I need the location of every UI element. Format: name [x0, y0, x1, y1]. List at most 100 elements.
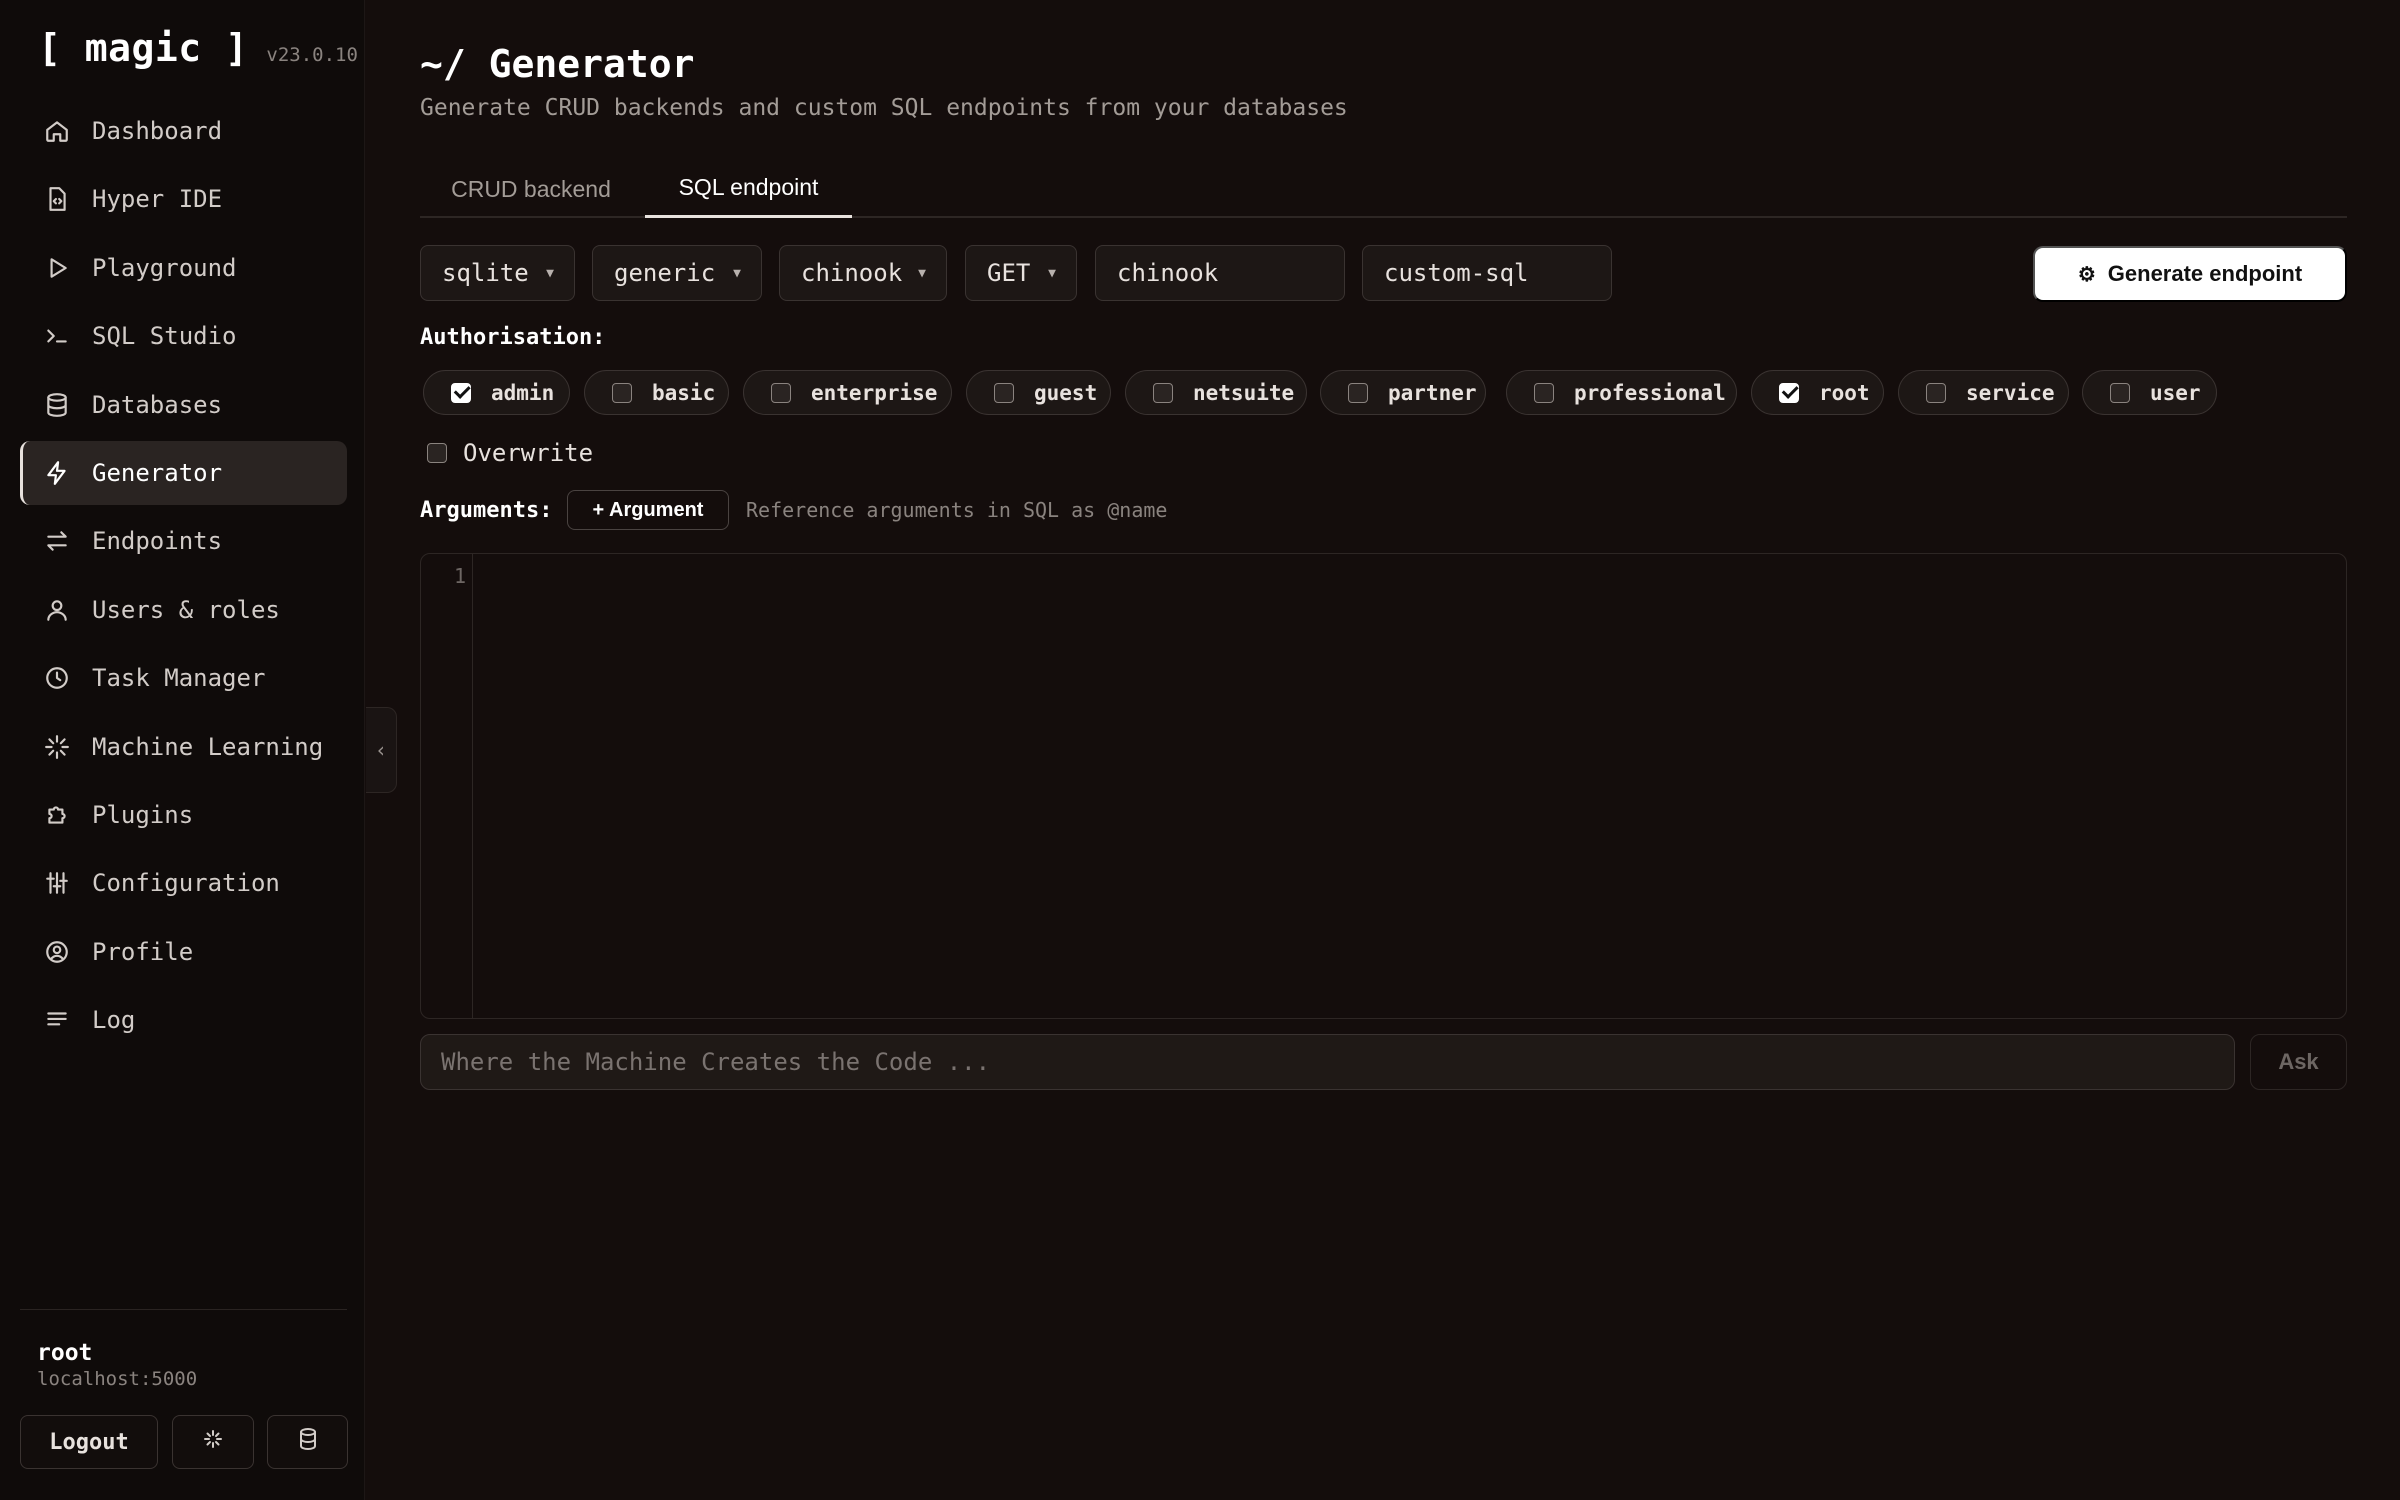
sidebar-item-databases[interactable]: Databases	[20, 373, 347, 437]
sidebar-item-label: Users & roles	[92, 595, 280, 624]
sidebar-item-label: Playground	[92, 253, 237, 282]
sidebar-item-log[interactable]: Log	[20, 988, 347, 1052]
user-name: root	[37, 1340, 93, 1366]
sidebar-item-hyper-ide[interactable]: Hyper IDE	[20, 167, 347, 231]
sidebar-item-machine-learning[interactable]: Machine Learning	[20, 715, 347, 779]
connection-select[interactable]: generic ▼	[592, 245, 762, 301]
caret-down-icon: ▼	[1048, 265, 1056, 281]
sidebar-item-label: Machine Learning	[92, 732, 324, 761]
sidebar-item-label: Log	[92, 1006, 136, 1035]
home-icon	[42, 116, 72, 146]
sidebar-item-generator[interactable]: Generator	[20, 440, 347, 505]
page-title: ~/ Generator	[420, 42, 695, 86]
role-checkbox[interactable]	[451, 382, 471, 403]
role-checkbox[interactable]	[2110, 382, 2130, 403]
endpoint-name-input[interactable]: custom-sql	[1362, 245, 1612, 301]
sidebar-item-profile[interactable]: Profile	[20, 920, 347, 984]
role-checkbox[interactable]	[1779, 382, 1799, 403]
sidebar-item-label: Endpoints	[92, 527, 223, 556]
arguments-hint: Reference arguments in SQL as @name	[746, 498, 1168, 522]
sidebar-item-label: Databases	[92, 390, 223, 419]
sidebar-item-label: Hyper IDE	[92, 185, 223, 214]
user-host: localhost:5000	[37, 1368, 198, 1390]
sql-editor[interactable]: 1	[420, 553, 2347, 1019]
code-file-icon	[42, 184, 72, 214]
database-select[interactable]: chinook ▼	[779, 245, 947, 301]
role-chip-enterprise[interactable]: enterprise	[743, 370, 952, 415]
role-checkbox[interactable]	[771, 382, 791, 403]
sidebar-item-users-roles[interactable]: Users & roles	[20, 578, 347, 642]
caret-down-icon: ▼	[733, 265, 741, 281]
tab-crud-backend[interactable]: CRUD backend	[420, 160, 642, 218]
sidebar-item-label: Task Manager	[92, 664, 266, 693]
database-icon	[42, 390, 72, 420]
role-checkbox[interactable]	[612, 382, 632, 403]
role-checkbox[interactable]	[1926, 382, 1946, 403]
add-argument-button[interactable]: + Argument	[567, 490, 729, 530]
sidebar-item-label: SQL Studio	[92, 322, 237, 351]
logout-button[interactable]: Logout	[20, 1415, 158, 1469]
role-chip-professional[interactable]: professional	[1506, 370, 1737, 415]
role-chip-basic[interactable]: basic	[584, 370, 729, 415]
role-chip-admin[interactable]: admin	[423, 370, 570, 415]
sidebar-nav: Dashboard Hyper IDE Playground SQL Studi…	[20, 99, 347, 1056]
arrows-icon	[42, 526, 72, 556]
brand-logo[interactable]: [ magic ]	[38, 26, 248, 70]
sidebar-item-plugins[interactable]: Plugins	[20, 783, 347, 847]
generator-tabs: CRUD backend SQL endpoint	[420, 160, 2347, 218]
editor-gutter: 1	[421, 554, 473, 1018]
spinner-icon	[201, 1427, 225, 1457]
overwrite-checkbox[interactable]	[427, 443, 447, 463]
list-icon	[42, 1005, 72, 1035]
play-icon	[42, 253, 72, 283]
lightning-icon	[42, 458, 72, 488]
sidebar-item-sql-studio[interactable]: SQL Studio	[20, 304, 347, 368]
terminal-icon	[42, 321, 72, 351]
role-chip-root[interactable]: root	[1751, 370, 1884, 415]
caret-down-icon: ▼	[546, 265, 554, 281]
database-type-select[interactable]: sqlite ▼	[420, 245, 575, 301]
database-button[interactable]	[267, 1415, 348, 1469]
chevron-left-icon: ‹	[374, 738, 388, 762]
sidebar-item-label: Dashboard	[92, 117, 223, 145]
ask-button[interactable]: Ask	[2250, 1034, 2347, 1090]
role-chip-partner[interactable]: partner	[1320, 370, 1486, 415]
role-checkbox[interactable]	[1153, 382, 1173, 403]
tab-sql-endpoint[interactable]: SQL endpoint	[645, 160, 852, 218]
user-icon	[42, 595, 72, 625]
role-chip-netsuite[interactable]: netsuite	[1125, 370, 1307, 415]
sidebar-item-label: Generator	[92, 458, 223, 487]
role-checkbox[interactable]	[994, 382, 1014, 403]
sidebar: [ magic ] v23.0.10 Dashboard Hyper IDE P…	[0, 0, 365, 1500]
line-number: 1	[453, 564, 466, 588]
verb-select[interactable]: GET ▼	[965, 245, 1077, 301]
sidebar-item-dashboard[interactable]: Dashboard	[20, 99, 347, 163]
role-checkbox[interactable]	[1348, 382, 1368, 403]
sidebar-item-configuration[interactable]: Configuration	[20, 851, 347, 915]
sidebar-item-playground[interactable]: Playground	[20, 236, 347, 300]
sidebar-item-label: Plugins	[92, 800, 194, 829]
sidebar-collapse-button[interactable]: ‹	[366, 707, 397, 793]
overwrite-option[interactable]: Overwrite	[427, 439, 593, 467]
puzzle-icon	[42, 800, 72, 830]
user-circle-icon	[42, 937, 72, 967]
sliders-icon	[42, 868, 72, 898]
ask-input[interactable]	[420, 1034, 2235, 1090]
sidebar-item-label: Profile	[92, 937, 194, 966]
role-checkbox[interactable]	[1534, 382, 1554, 403]
brand: [ magic ] v23.0.10	[38, 26, 358, 70]
generate-endpoint-button[interactable]: ⚙ Generate endpoint	[2033, 246, 2347, 302]
role-chip-user[interactable]: user	[2082, 370, 2217, 415]
sidebar-divider	[20, 1309, 347, 1310]
arguments-label: Arguments:	[420, 498, 553, 523]
page-subtitle: Generate CRUD backends and custom SQL en…	[420, 95, 1348, 121]
clock-icon	[42, 663, 72, 693]
spinner-icon	[42, 732, 72, 762]
module-input[interactable]: chinook	[1095, 245, 1345, 301]
role-chip-service[interactable]: service	[1898, 370, 2069, 415]
version-label: v23.0.10	[266, 44, 358, 66]
machine-learning-button[interactable]	[172, 1415, 254, 1469]
sidebar-item-endpoints[interactable]: Endpoints	[20, 509, 347, 573]
sidebar-item-task-manager[interactable]: Task Manager	[20, 646, 347, 710]
role-chip-guest[interactable]: guest	[966, 370, 1111, 415]
